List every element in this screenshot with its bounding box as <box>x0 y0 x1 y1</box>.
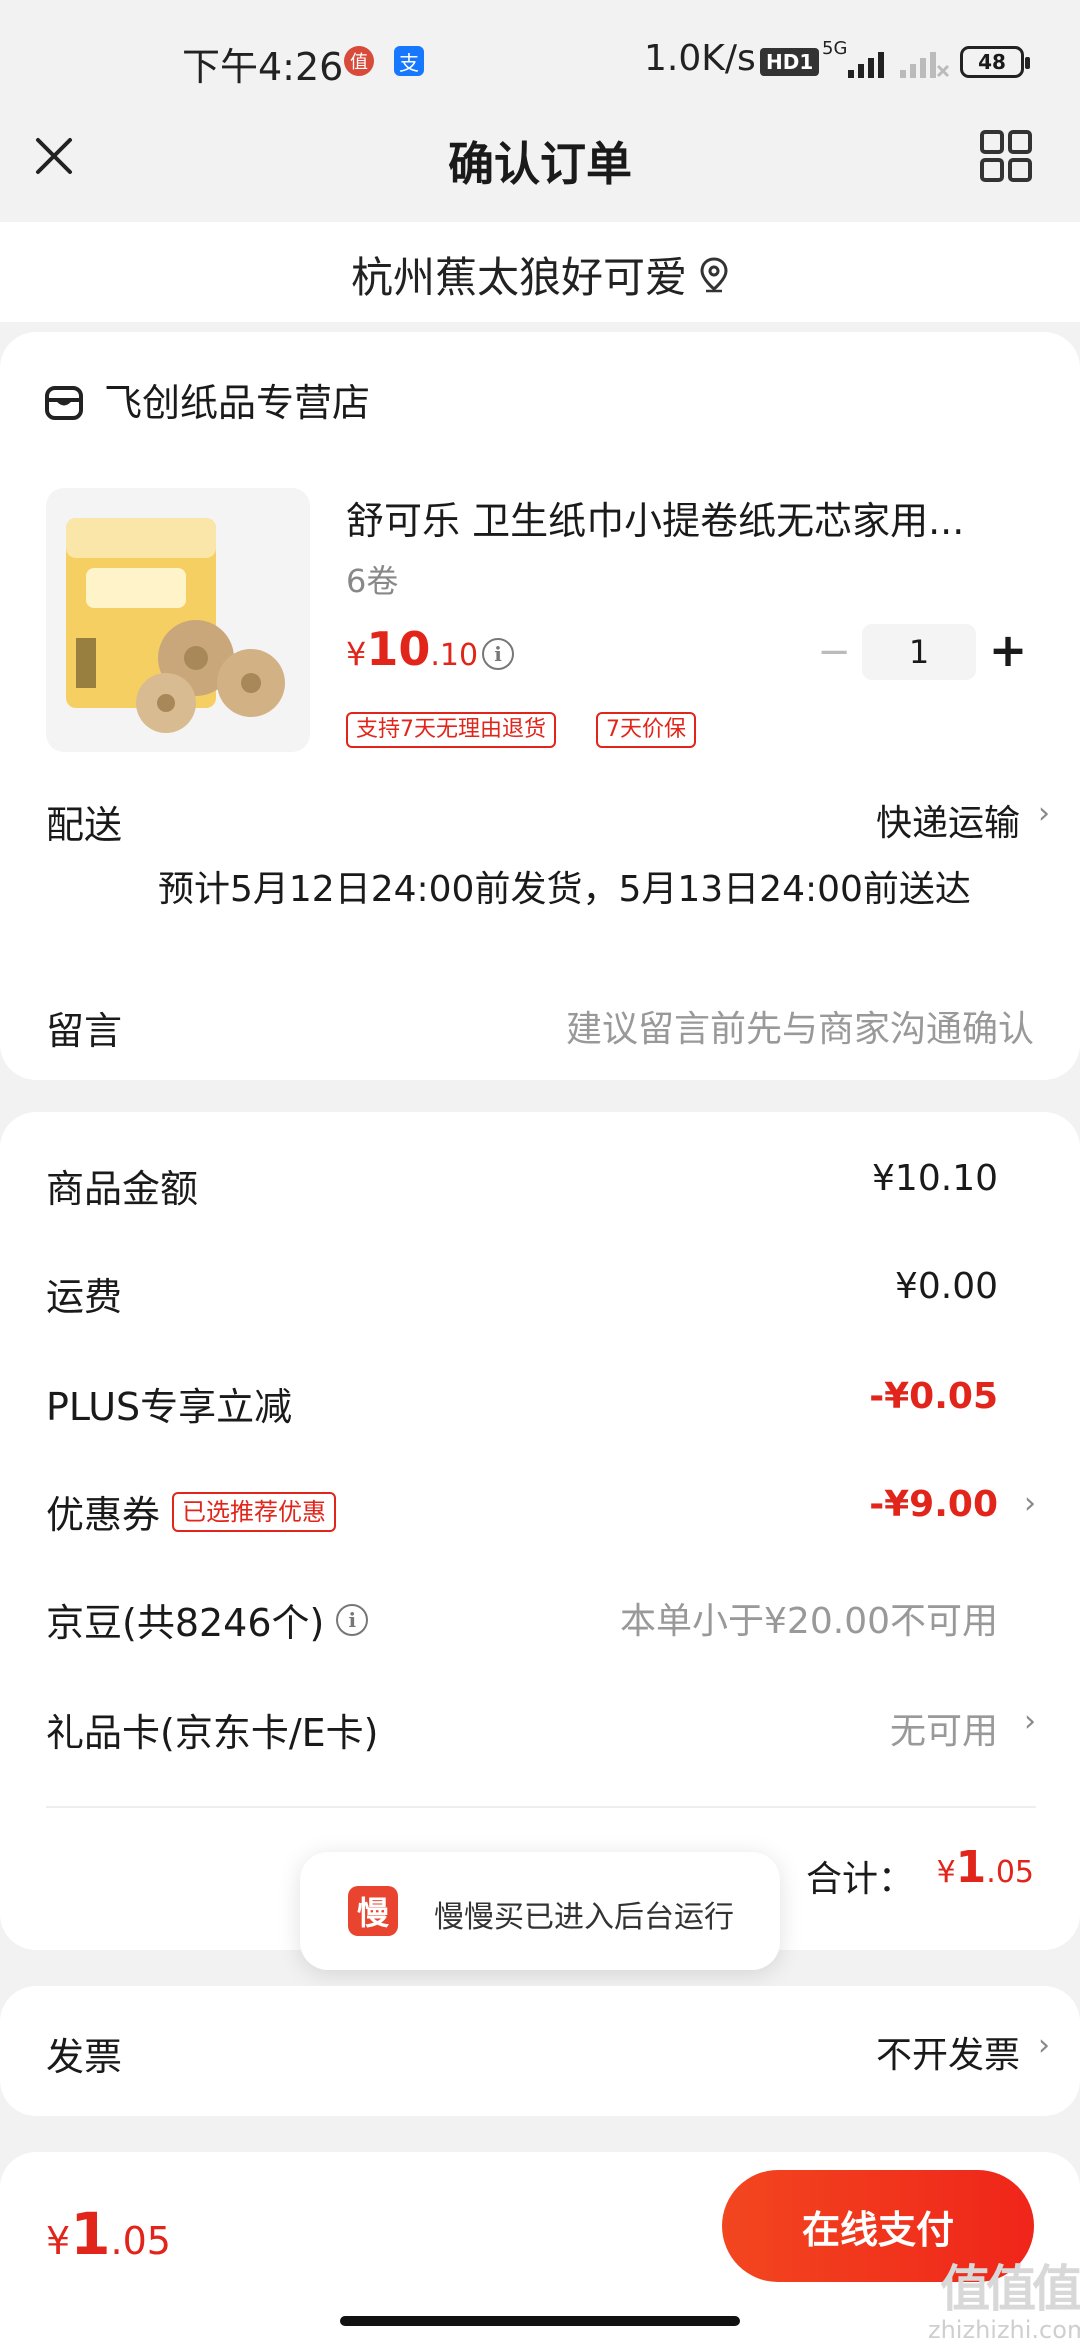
product-title[interactable]: 舒可乐 卫生纸巾小提卷纸无芯家用... <box>346 490 1006 545</box>
footer-currency: ¥ <box>46 2219 71 2263</box>
jd-beans-value: 本单小于¥20.00不可用 <box>620 1601 998 1642</box>
watermark-logo: 值值值 <box>940 2260 1080 2318</box>
product-price: ¥10.10 <box>346 622 478 676</box>
net-speed: 1.0K/s <box>644 38 756 79</box>
gift-card-label: 礼品卡(京东卡/E卡) <box>46 1711 379 1755</box>
total-currency: ¥ <box>936 1855 956 1890</box>
shipping-label: 配送 <box>46 803 123 847</box>
shipping-estimate: 预计5月12日24:00前发货，5月13日24:00前送达 <box>158 869 971 910</box>
watermark-url: zhizhizhi.com <box>928 2316 1080 2340</box>
chevron-right-icon[interactable]: › <box>1024 1486 1036 1521</box>
shipping-method[interactable]: 快递运输 <box>876 794 1020 846</box>
coupon-value[interactable]: -¥9.00 <box>869 1484 998 1525</box>
chevron-right-icon[interactable]: › <box>1024 1704 1036 1739</box>
plus-discount-value: -¥0.05 <box>869 1376 998 1417</box>
footer-total-price: ¥1.05 <box>46 2200 171 2268</box>
price-integer: 10 <box>366 622 431 676</box>
price-protect-tag: 7天价保 <box>596 712 696 748</box>
invoice-label: 发票 <box>46 2035 123 2079</box>
invoice-value[interactable]: 不开发票 <box>876 2026 1020 2078</box>
product-image[interactable] <box>46 488 310 752</box>
gift-card-row[interactable]: 礼品卡(京东卡/E卡) 无可用 › <box>46 1702 1036 1762</box>
price-summary-card: 商品金额 ¥10.10 运费 ¥0.00 PLUS专享立减 -¥0.05 优惠券… <box>0 1112 1080 1950</box>
price-decimal: .10 <box>430 638 479 673</box>
goods-amount-row: 商品金额 ¥10.10 <box>46 1158 1036 1218</box>
invoice-card[interactable]: 发票 不开发票 › <box>0 1986 1080 2116</box>
freight-value: ¥0.00 <box>894 1266 998 1307</box>
return-policy-tag: 支持7天无理由退货 <box>346 712 556 748</box>
total-decimal: .05 <box>986 1855 1034 1890</box>
freight-label: 运费 <box>46 1275 123 1319</box>
coupon-label: 优惠券 <box>46 1493 161 1537</box>
quantity-input[interactable]: 1 <box>862 624 976 680</box>
order-item-card: 飞创纸品专营店 舒可乐 卫生纸巾小提卷纸无芯家用... 6卷 ¥10.10 i … <box>0 332 1080 1080</box>
jd-beans-label-group: 京豆(共8246个) i <box>46 1592 369 1647</box>
address-bar[interactable]: 杭州蕉太狼好可爱 <box>0 222 1080 322</box>
total-value: ¥1.05 <box>937 1842 1034 1893</box>
coupon-tag: 已选推荐优惠 <box>172 1491 337 1532</box>
chevron-right-icon[interactable]: › <box>1038 796 1050 831</box>
checkout-footer: ¥1.05 在线支付 值值值 zhizhizhi.com <box>0 2152 1080 2340</box>
quantity-minus-button[interactable]: − <box>814 629 854 675</box>
battery-icon: 48 <box>960 46 1030 78</box>
signal-secondary-icon <box>900 52 950 78</box>
goods-amount-value: ¥10.10 <box>872 1158 998 1199</box>
note-input[interactable]: 建议留言前先与商家沟通确认 <box>566 1000 1034 1052</box>
toast-text: 慢慢买已进入后台运行 <box>434 1900 734 1935</box>
product-spec: 6卷 <box>346 562 399 600</box>
quantity-plus-button[interactable]: + <box>986 623 1030 677</box>
status-time: 下午4:26 <box>182 45 344 89</box>
total-label: 合计： <box>805 1859 914 1900</box>
plus-discount-row: PLUS专享立减 -¥0.05 <box>46 1376 1036 1436</box>
address-text: 杭州蕉太狼好可爱 <box>350 253 687 302</box>
total-integer: 1 <box>955 1842 987 1893</box>
manmanmai-app-icon: 慢 <box>348 1886 398 1936</box>
shop-icon <box>45 386 83 420</box>
plus-discount-label: PLUS专享立减 <box>46 1385 293 1429</box>
background-running-toast: 慢 慢慢买已进入后台运行 <box>300 1852 780 1970</box>
network-type: 5G <box>822 38 848 59</box>
jd-beans-label: 京豆(共8246个) <box>46 1601 325 1645</box>
note-label: 留言 <box>46 1009 123 1053</box>
watermark: 值值值 zhizhizhi.com <box>928 2262 1080 2340</box>
hd-badge: HD1 <box>760 48 820 76</box>
shop-name[interactable]: 飞创纸品专营店 <box>104 372 370 427</box>
page-title: 确认订单 <box>448 137 632 191</box>
freight-row: 运费 ¥0.00 <box>46 1266 1036 1326</box>
price-info-icon[interactable]: i <box>482 638 514 670</box>
divider <box>46 1806 1036 1808</box>
location-pin-icon <box>700 256 728 292</box>
jd-beans-info-icon[interactable]: i <box>336 1603 369 1636</box>
app-notification-icon: 值 <box>344 46 374 76</box>
jd-beans-row: 京豆(共8246个) i 本单小于¥20.00不可用 <box>46 1592 1036 1652</box>
home-indicator[interactable] <box>340 2316 740 2326</box>
nav-bar: 确认订单 <box>0 120 1080 220</box>
gift-card-value[interactable]: 无可用 <box>890 1702 998 1754</box>
alipay-notification-icon: 支 <box>394 46 424 76</box>
chevron-right-icon[interactable]: › <box>1038 2028 1050 2063</box>
goods-amount-label: 商品金额 <box>46 1167 199 1211</box>
status-bar: 下午4:26 值 支 1.0K/s HD1 5G 48 <box>0 0 1080 120</box>
footer-price-decimal: .05 <box>110 2219 171 2263</box>
coupon-label-group: 优惠券 已选推荐优惠 <box>46 1484 337 1539</box>
coupon-row[interactable]: 优惠券 已选推荐优惠 -¥9.00 › <box>46 1484 1036 1544</box>
grid-icon[interactable] <box>978 128 1034 184</box>
price-currency: ¥ <box>346 635 367 673</box>
footer-price-integer: 1 <box>70 2200 111 2268</box>
